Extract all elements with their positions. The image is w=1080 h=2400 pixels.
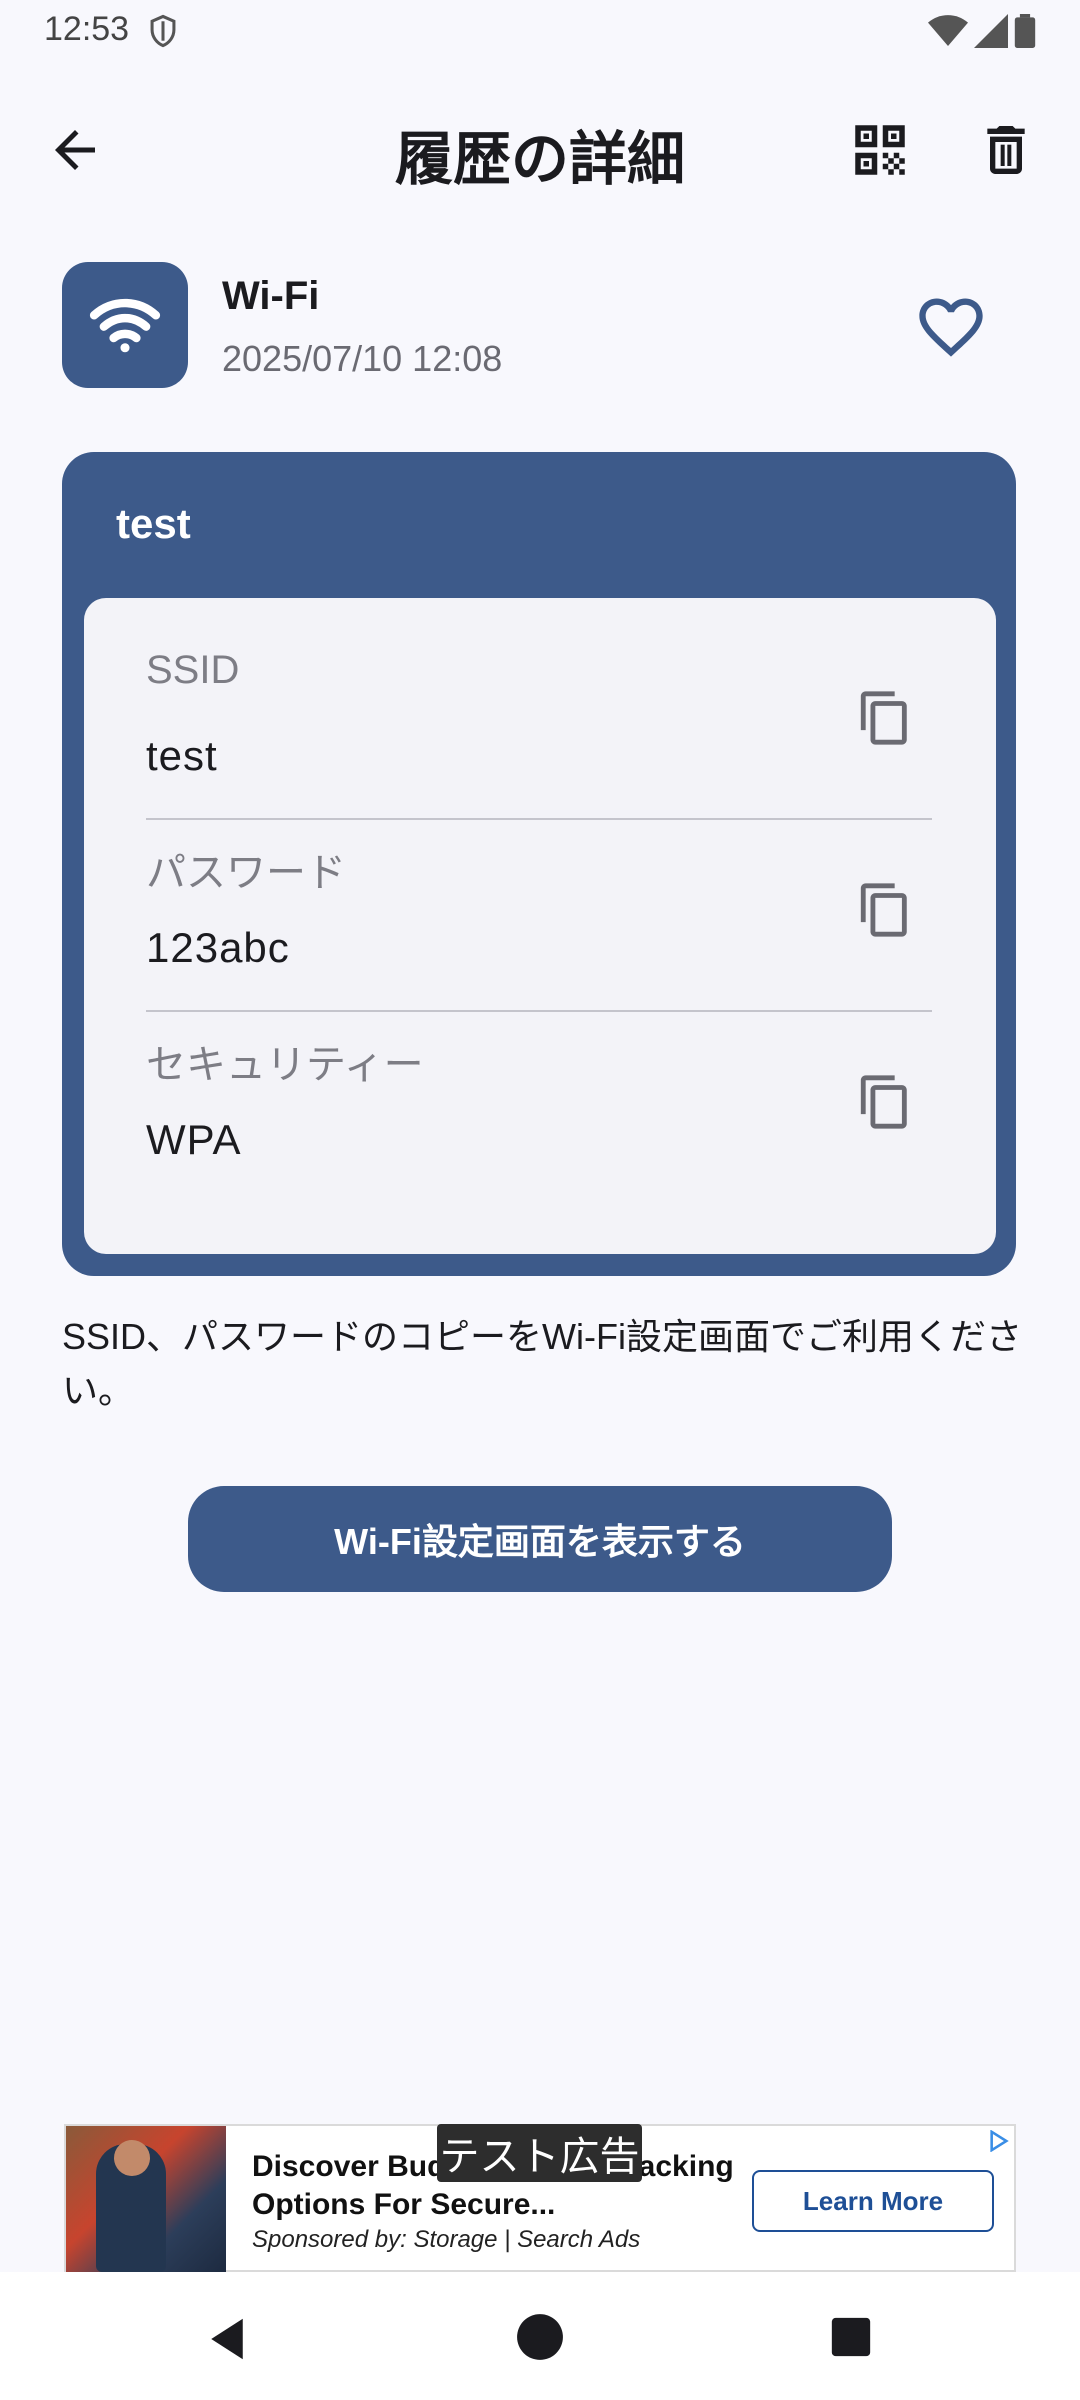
copy-security-button[interactable] — [850, 1062, 920, 1142]
open-wifi-settings-button[interactable]: Wi-Fi設定画面を表示する — [188, 1486, 892, 1592]
copy-icon — [860, 691, 907, 745]
field-password: パスワード 123abc — [146, 820, 932, 1012]
nav-back-icon — [211, 2318, 243, 2360]
field-label: パスワード — [146, 851, 346, 895]
type-name: Wi-Fi — [222, 274, 320, 318]
field-label: SSID — [146, 648, 240, 692]
ad-learn-more-button[interactable]: Learn More — [752, 2170, 994, 2232]
status-time: 12:53 — [44, 10, 130, 48]
trash-icon — [987, 126, 1025, 174]
field-ssid: SSID test — [146, 628, 932, 820]
shield-icon — [148, 14, 178, 53]
qr-code-icon — [855, 125, 905, 175]
delete-button[interactable] — [966, 110, 1046, 190]
card-title: test — [116, 500, 191, 547]
field-value: test — [146, 732, 218, 779]
history-header: Wi-Fi 2025/07/10 12:08 — [62, 262, 1018, 392]
usage-note: SSID、パスワードのコピーをWi-Fi設定画面でご利用ください。 — [62, 1316, 1022, 1411]
status-bar: 12:53 — [0, 0, 1080, 64]
field-label: セキュリティー — [146, 1043, 424, 1087]
system-nav-bar — [0, 2272, 1080, 2400]
qr-code-button[interactable] — [840, 110, 920, 190]
nav-home-button[interactable] — [515, 2312, 565, 2367]
nav-back-button[interactable] — [200, 2312, 254, 2371]
field-security: セキュリティー WPA — [146, 1012, 932, 1204]
wifi-detail-card: test SSID test パスワード 123abc セキュリティー WPA — [62, 452, 1016, 1276]
favorite-button[interactable] — [908, 284, 994, 370]
app-bar: 履歴の詳細 — [0, 90, 1080, 206]
cell-signal-icon — [974, 14, 1008, 53]
card-fields: SSID test パスワード 123abc セキュリティー WPA — [84, 598, 996, 1254]
copy-icon — [860, 883, 907, 937]
ad-sponsor: Sponsored by: Storage | Search Ads — [252, 2226, 641, 2253]
field-value: WPA — [146, 1116, 242, 1163]
ad-choices-icon[interactable] — [988, 2129, 1010, 2157]
field-value: 123abc — [146, 924, 290, 971]
battery-icon — [1014, 14, 1036, 53]
ad-image-head — [114, 2140, 150, 2176]
copy-icon — [860, 1075, 907, 1129]
nav-recents-icon — [831, 2317, 871, 2357]
copy-password-button[interactable] — [850, 870, 920, 950]
wifi-signal-icon — [928, 14, 968, 53]
heart-outline-icon — [919, 298, 983, 357]
wifi-icon — [89, 298, 161, 353]
type-icon-tile — [62, 262, 188, 388]
status-icons — [928, 14, 1036, 53]
ad-test-label: テスト広告 — [437, 2124, 642, 2182]
nav-recents-button[interactable] — [828, 2314, 874, 2365]
ad-image — [66, 2126, 226, 2272]
copy-ssid-button[interactable] — [850, 678, 920, 758]
nav-home-icon — [517, 2314, 563, 2360]
scan-date: 2025/07/10 12:08 — [222, 338, 503, 379]
